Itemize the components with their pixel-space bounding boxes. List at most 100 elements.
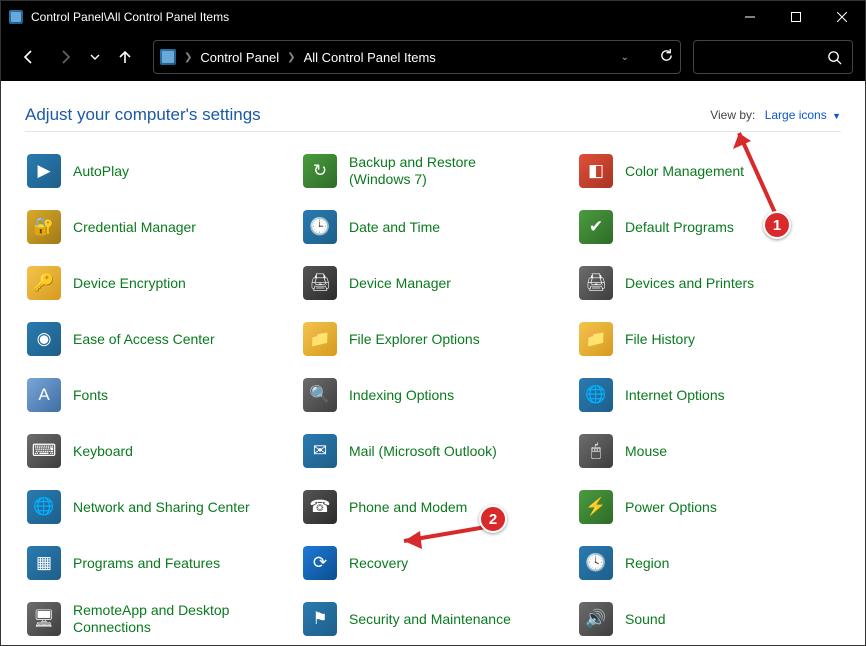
item-icon: 🕓 [579, 546, 613, 580]
control-panel-item[interactable]: ▦ Programs and Features [25, 542, 289, 584]
maximize-button[interactable] [773, 1, 819, 33]
chevron-down-icon: ▼ [832, 111, 841, 121]
item-icon: ⟳ [303, 546, 337, 580]
item-icon: 🔐 [27, 210, 61, 244]
divider [25, 131, 841, 132]
item-label: Date and Time [349, 219, 440, 236]
item-label: File History [625, 331, 695, 348]
item-icon: ⌨ [27, 434, 61, 468]
control-panel-item[interactable]: 📁 File History [577, 318, 841, 360]
item-label: Indexing Options [349, 387, 454, 404]
annotation-badge-2: 2 [479, 505, 507, 533]
item-icon: ◧ [579, 154, 613, 188]
item-label: Internet Options [625, 387, 725, 404]
control-panel-item[interactable]: 🔊Sound [577, 598, 841, 640]
item-label: Fonts [73, 387, 108, 404]
item-icon: ◉ [27, 322, 61, 356]
item-icon: 🖱 [579, 434, 613, 468]
item-label: Region [625, 555, 669, 572]
item-label: Sound [625, 611, 665, 628]
item-icon: ✉ [303, 434, 337, 468]
item-label: Keyboard [73, 443, 133, 460]
item-icon: 🌐 [579, 378, 613, 412]
control-panel-item[interactable]: ◉ Ease of Access Center [25, 318, 289, 360]
item-icon: 🖨 [579, 266, 613, 300]
item-icon: 🔍 [303, 378, 337, 412]
control-panel-item[interactable]: 🖨 Device Manager [301, 262, 565, 304]
window: Control Panel\All Control Panel Items ❯ … [0, 0, 866, 646]
control-panel-item[interactable]: 🖥 RemoteApp and Desktop Connections [25, 598, 289, 640]
control-panel-item[interactable]: A Fonts [25, 374, 289, 416]
item-label: Recovery [349, 555, 408, 572]
item-label: Device Encryption [73, 275, 186, 292]
minimize-button[interactable] [727, 1, 773, 33]
control-panel-item[interactable]: 🕓 Region [577, 542, 841, 584]
control-panel-item[interactable]: 🕒 Date and Time [301, 206, 565, 248]
item-icon: 🖨 [303, 266, 337, 300]
item-icon: ▦ [27, 546, 61, 580]
chevron-right-icon: ❯ [184, 52, 192, 63]
item-label: Power Options [625, 499, 717, 516]
control-panel-item[interactable]: 🔐Credential Manager [25, 206, 289, 248]
item-label: Programs and Features [73, 555, 220, 572]
control-panel-item[interactable]: 📁 File Explorer Options [301, 318, 565, 360]
control-panel-icon [9, 10, 23, 24]
titlebar: Control Panel\All Control Panel Items [1, 1, 865, 33]
breadcrumb-control-panel[interactable]: Control Panel [200, 50, 279, 65]
content-area: Adjust your computer's settings View by:… [1, 81, 865, 645]
item-label: File Explorer Options [349, 331, 480, 348]
item-label: Ease of Access Center [73, 331, 215, 348]
up-button[interactable] [109, 41, 141, 73]
item-label: Devices and Printers [625, 275, 754, 292]
item-label: AutoPlay [73, 163, 129, 180]
refresh-button[interactable] [659, 48, 674, 66]
item-icon: ⚡ [579, 490, 613, 524]
item-icon: 🕒 [303, 210, 337, 244]
control-panel-item[interactable]: ⚑Security and Maintenance [301, 598, 565, 640]
control-panel-item[interactable]: ◧Color Management [577, 150, 841, 192]
item-icon: 🔑 [27, 266, 61, 300]
item-icon: ▶ [27, 154, 61, 188]
control-panel-item[interactable]: ⚡ Power Options [577, 486, 841, 528]
control-panel-item[interactable]: 🌐 Network and Sharing Center [25, 486, 289, 528]
recent-locations-button[interactable] [85, 41, 105, 73]
annotation-badge-1: 1 [763, 211, 791, 239]
control-panel-item[interactable]: ▶ AutoPlay [25, 150, 289, 192]
control-panel-item[interactable]: ↻Backup and Restore (Windows 7) [301, 150, 565, 192]
breadcrumb-all-items[interactable]: All Control Panel Items [304, 50, 436, 65]
control-panel-item[interactable]: 🖨 Devices and Printers [577, 262, 841, 304]
item-label: RemoteApp and Desktop Connections [73, 602, 253, 636]
address-bar[interactable]: ❯ Control Panel ❯ All Control Panel Item… [153, 40, 681, 74]
window-title: Control Panel\All Control Panel Items [31, 10, 727, 24]
control-panel-item[interactable]: 🌐 Internet Options [577, 374, 841, 416]
item-icon: 🖥 [27, 602, 61, 636]
control-panel-item[interactable]: 🔑 Device Encryption [25, 262, 289, 304]
control-panel-item[interactable]: 🖱Mouse [577, 430, 841, 472]
control-panel-icon [160, 49, 176, 65]
address-dropdown-icon[interactable]: ⌄ [621, 52, 629, 63]
control-panel-item[interactable]: 🔍 Indexing Options [301, 374, 565, 416]
annotation-arrow-1 [721, 115, 791, 225]
navbar: ❯ Control Panel ❯ All Control Panel Item… [1, 33, 865, 81]
item-icon: A [27, 378, 61, 412]
control-panel-item[interactable]: ✉ Mail (Microsoft Outlook) [301, 430, 565, 472]
search-box[interactable] [693, 40, 853, 74]
item-label: Network and Sharing Center [73, 499, 250, 516]
item-icon: ✔ [579, 210, 613, 244]
item-icon: ↻ [303, 154, 337, 188]
item-label: Security and Maintenance [349, 611, 511, 628]
forward-button[interactable] [49, 41, 81, 73]
item-label: Phone and Modem [349, 499, 467, 516]
item-label: Default Programs [625, 219, 734, 236]
control-panel-item[interactable]: ⌨ Keyboard [25, 430, 289, 472]
search-icon [827, 50, 842, 65]
item-icon: 📁 [579, 322, 613, 356]
item-icon: 🌐 [27, 490, 61, 524]
close-button[interactable] [819, 1, 865, 33]
item-icon: ☎ [303, 490, 337, 524]
item-label: Mail (Microsoft Outlook) [349, 443, 497, 460]
control-panel-item[interactable]: ✔ Default Programs [577, 206, 841, 248]
back-button[interactable] [13, 41, 45, 73]
item-label: Device Manager [349, 275, 451, 292]
item-icon: 📁 [303, 322, 337, 356]
